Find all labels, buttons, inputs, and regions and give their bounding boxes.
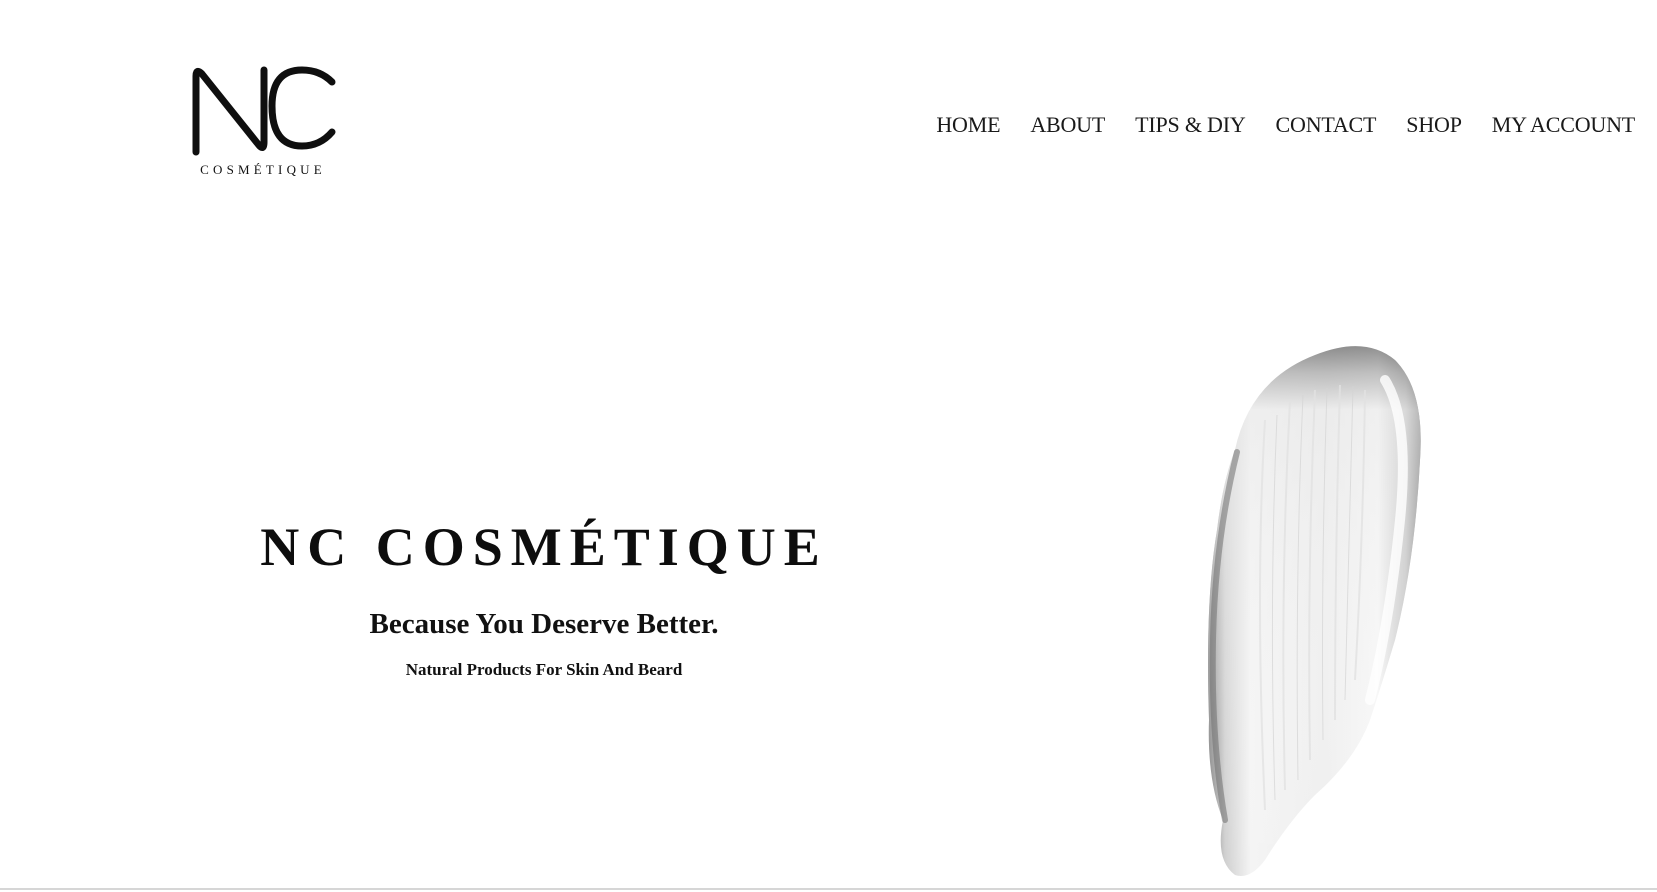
page-divider: [0, 888, 1657, 890]
main-nav: HOME ABOUT TIPS & DIY CONTACT SHOP MY AC…: [936, 112, 1635, 138]
logo-wordmark: COSMÉTIQUE: [200, 162, 326, 177]
nav-contact[interactable]: CONTACT: [1276, 112, 1377, 138]
hero-subtitle: Because You Deserve Better.: [369, 608, 719, 640]
nav-my-account[interactable]: MY ACCOUNT: [1492, 112, 1635, 138]
site-header: COSMÉTIQUE HOME ABOUT TIPS & DIY CONTACT…: [0, 0, 1657, 200]
nav-shop[interactable]: SHOP: [1406, 112, 1462, 138]
hero-tagline: Natural Products For Skin And Beard: [405, 660, 683, 679]
hero-title: NC COSMÉTIQUE: [260, 517, 828, 577]
nav-home[interactable]: HOME: [936, 112, 1000, 138]
cream-swatch-image: [1195, 340, 1475, 885]
nav-about[interactable]: ABOUT: [1030, 112, 1105, 138]
page: COSMÉTIQUE HOME ABOUT TIPS & DIY CONTACT…: [0, 0, 1657, 892]
nav-tips-diy[interactable]: TIPS & DIY: [1135, 112, 1246, 138]
site-logo[interactable]: COSMÉTIQUE: [190, 66, 340, 182]
nc-logo-icon: [192, 66, 336, 156]
